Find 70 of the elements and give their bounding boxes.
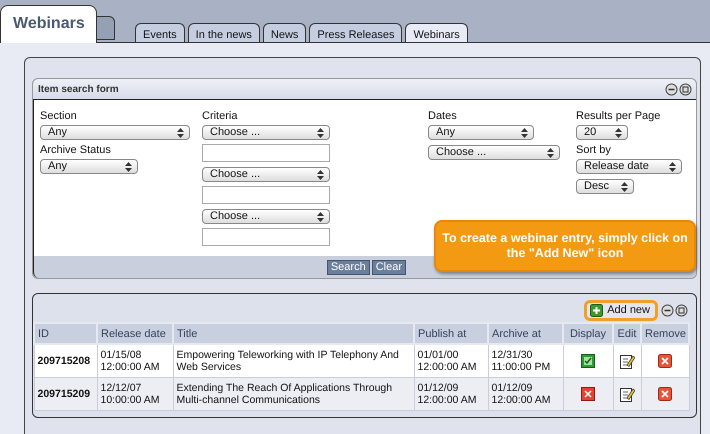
delete-icon[interactable] — [658, 354, 672, 368]
column-header[interactable]: ID — [34, 323, 97, 344]
stepper-icon — [615, 128, 622, 138]
stepper-icon — [521, 128, 528, 138]
delete-icon[interactable] — [658, 387, 672, 401]
dates-dropdown[interactable]: Choose ... — [428, 145, 560, 160]
column-header[interactable]: Edit — [613, 323, 641, 344]
table-cell: 01/15/08 12:00:00 AM — [97, 344, 173, 378]
stepper-icon — [669, 162, 676, 172]
table-cell: 01/01/00 12:00:00 AM — [414, 344, 488, 378]
criteria-dropdown[interactable]: Choose ... — [202, 125, 330, 140]
criteria-input[interactable] — [202, 228, 330, 246]
main-tab[interactable]: Webinars — [0, 5, 97, 43]
table-cell: 12/31/30 11:00:00 PM — [488, 344, 563, 378]
panel-title: Item search form — [38, 84, 119, 94]
table-cell: 01/12/09 12:00:00 AM — [488, 378, 563, 410]
stepper-icon — [621, 182, 628, 192]
form-button[interactable]: Search — [326, 260, 370, 274]
edit-icon[interactable] — [620, 354, 634, 368]
column-header[interactable]: Archive at — [488, 323, 563, 344]
maximize-icon[interactable] — [675, 304, 688, 316]
sort-by-dropdown[interactable]: Release date — [576, 159, 682, 174]
maximize-icon[interactable] — [679, 82, 692, 96]
table-cell: 209715209 — [34, 378, 97, 410]
table-cell: Extending The Reach Of Applications Through Multi-channel Communications — [173, 378, 414, 410]
add-new-button[interactable]: Add new — [584, 300, 658, 320]
tab[interactable]: Webinars — [405, 23, 468, 42]
criteria-input[interactable] — [202, 144, 330, 162]
stepper-icon — [125, 162, 132, 172]
minimize-icon[interactable] — [661, 304, 674, 316]
archive-status-dropdown[interactable]: Any — [40, 159, 138, 174]
plus-icon — [590, 304, 604, 316]
criteria-dropdown[interactable]: Choose ... — [202, 209, 330, 224]
check-icon[interactable] — [581, 354, 595, 368]
column-header[interactable]: Remove — [641, 323, 689, 344]
table-cell: Empowering Teleworking with IP Telephony And Web Services — [173, 344, 414, 378]
stepper-icon — [317, 212, 324, 222]
tab-stub — [97, 16, 115, 40]
section-dropdown[interactable]: Any — [40, 125, 190, 140]
field-label: Archive Status — [40, 144, 111, 156]
field-label: Dates — [428, 110, 457, 122]
tab[interactable]: Events — [135, 23, 185, 42]
column-header[interactable]: Display — [563, 323, 613, 344]
cross-icon[interactable] — [581, 387, 595, 401]
stepper-icon — [547, 148, 554, 158]
table-cell: 12/12/07 10:00:00 AM — [97, 378, 173, 410]
callout-tooltip: To create a webinar entry, simply click on the "Add New" icon — [434, 220, 696, 272]
column-header[interactable]: Publish at — [414, 323, 488, 344]
minimize-icon[interactable] — [665, 82, 678, 96]
form-button[interactable]: Clear — [372, 260, 406, 274]
tab[interactable]: News — [262, 23, 306, 42]
dates-dropdown[interactable]: Any — [428, 125, 534, 140]
sort-by-dropdown[interactable]: Desc — [576, 179, 634, 194]
stepper-icon — [177, 128, 184, 138]
stepper-icon — [317, 170, 324, 180]
field-label: Criteria — [202, 110, 238, 122]
field-label: Results per Page — [576, 110, 660, 122]
field-label: Section — [40, 110, 77, 122]
criteria-dropdown[interactable]: Choose ... — [202, 167, 330, 182]
criteria-input[interactable] — [202, 186, 330, 204]
tab[interactable]: Press Releases — [309, 23, 402, 42]
stepper-icon — [317, 128, 324, 138]
edit-icon[interactable] — [620, 386, 634, 402]
tab[interactable]: In the news — [188, 23, 260, 42]
field-label: Sort by — [576, 144, 611, 156]
table-cell: 209715208 — [34, 344, 97, 378]
column-header[interactable]: Release date — [97, 323, 173, 344]
column-header[interactable]: Title — [173, 323, 414, 344]
table-cell: 01/12/09 12:00:00 AM — [414, 378, 488, 410]
results-per-page-dropdown[interactable]: 20 — [576, 125, 628, 140]
